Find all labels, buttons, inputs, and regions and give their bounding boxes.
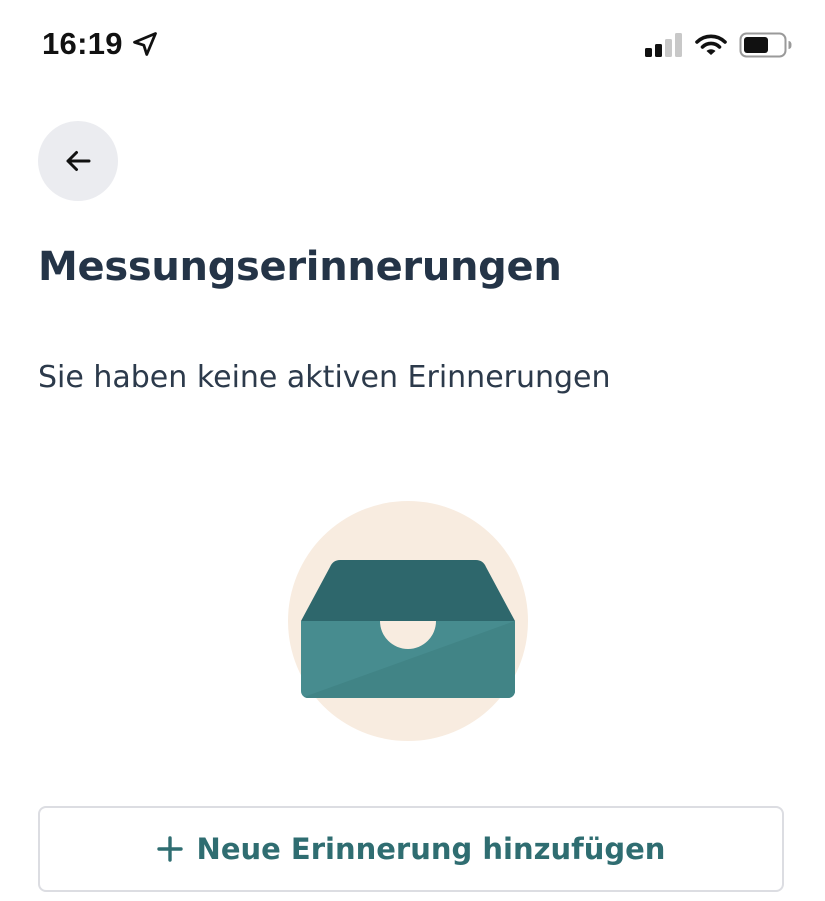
empty-state-message: Sie haben keine aktiven Erinnerungen	[38, 360, 611, 395]
reminders-screen: 16:19 Messungserinnerungen Sie haben kei…	[0, 0, 825, 901]
add-reminder-button[interactable]: Neue Erinnerung hinzufügen	[38, 806, 784, 892]
status-time-text: 16:19	[42, 26, 123, 61]
cellular-signal-icon	[645, 33, 682, 57]
battery-icon	[739, 32, 792, 58]
add-reminder-label: Neue Erinnerung hinzufügen	[196, 832, 666, 866]
plus-icon	[156, 836, 183, 862]
page-title: Messungserinnerungen	[38, 244, 562, 290]
add-reminder-button-content: Neue Erinnerung hinzufügen	[156, 832, 666, 866]
location-arrow-icon	[132, 32, 157, 56]
status-icons	[645, 32, 793, 58]
arrow-left-icon	[66, 151, 91, 171]
status-bar: 16:19	[0, 0, 825, 90]
back-button[interactable]	[38, 121, 118, 201]
wifi-icon	[695, 34, 727, 55]
empty-inbox-tray-icon	[288, 501, 528, 741]
status-time: 16:19	[42, 26, 159, 62]
